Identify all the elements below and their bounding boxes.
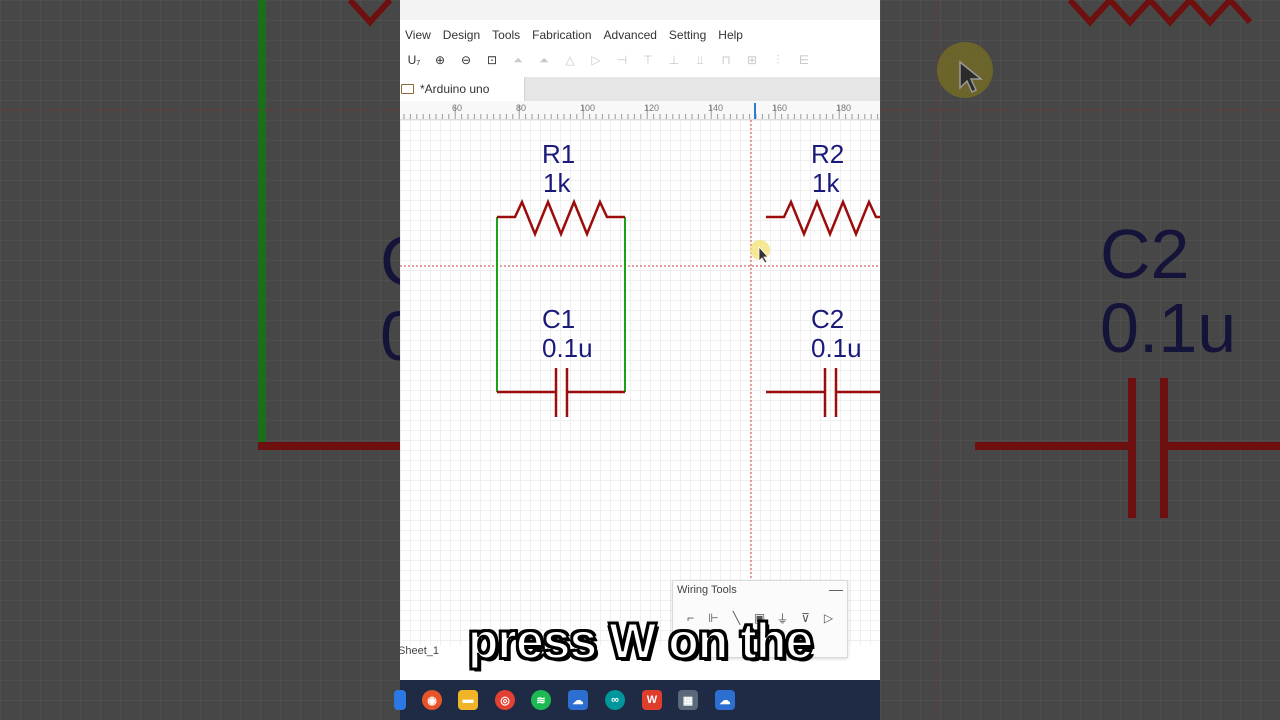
r2-value-label[interactable]: 1k [812,169,839,197]
more-align-icon[interactable]: ⋿ [792,49,816,71]
r2-ref-label[interactable]: R2 [811,140,844,168]
backdrop-left-value: 0 [380,297,400,375]
tab-arduino-uno[interactable]: *Arduino uno [400,77,525,101]
taskbar: ◉ ▬ ◎ ≋ ☁ ∞ W ▦ ☁ [394,680,880,720]
c1-value-label[interactable]: 0.1u [542,334,593,362]
align-center-icon[interactable]: ⏶ [532,49,556,71]
video-caption: press W on the [467,612,814,670]
backdrop-right-ref: C2 [1100,215,1190,293]
ruler-ticks [403,103,879,119]
toolbar: U₇ ⊕ ⊖ ⊡ ⏶ ⏶ △ ▷ ⊣ ⊤ ⊥ ⫫ ⊓ ⊞ ⫶ ⋿ [400,46,880,74]
menu-design[interactable]: Design [438,24,485,46]
zoom-in-icon[interactable]: ⊕ [428,49,452,71]
menu-tools[interactable]: Tools [487,24,525,46]
menu-advanced[interactable]: Advanced [599,24,662,46]
menu-fabrication[interactable]: Fabrication [527,24,596,46]
menu-setting[interactable]: Setting [664,24,711,46]
ruler-label-100: 100 [580,103,596,113]
firefox-icon[interactable]: ◉ [422,690,442,710]
folder-icon [401,84,414,94]
chrome-icon[interactable]: ◎ [495,690,515,710]
ruler-label-180: 180 [836,103,852,113]
capacitor-c1-symbol [497,368,625,417]
tab-title: *Arduino uno [420,82,490,96]
distribute-h-icon[interactable]: ⊥ [662,49,686,71]
c2-value-label[interactable]: 0.1u [811,334,862,362]
ruler-label-120: 120 [644,103,660,113]
minimize-icon[interactable]: — [829,581,843,597]
align-bottom-icon[interactable]: ⊤ [636,49,660,71]
r1-value-label[interactable]: 1k [543,169,570,197]
backdrop-left-ref: C [380,225,400,297]
group-icon[interactable]: ⊞ [740,49,764,71]
align-middle-icon[interactable]: ⊣ [610,49,634,71]
menu-help[interactable]: Help [713,24,748,46]
resistor-r2-symbol [766,198,880,238]
wiring-tools-title: Wiring Tools [677,584,737,596]
schematic-drawing [400,120,880,580]
horizontal-ruler: 60 80 100 120 140 160 180 [400,101,880,120]
capacitor-c2-symbol [766,368,880,417]
backdrop-right-value: 0.1u [1100,289,1237,367]
text-tool-icon[interactable]: U₇ [402,49,426,71]
align-top-icon[interactable]: ▷ [584,49,608,71]
zoom-out-icon[interactable]: ⊖ [454,49,478,71]
start-icon[interactable] [394,690,406,710]
distribute-v-icon[interactable]: ⫫ [688,49,712,71]
resistor-r1-symbol [497,198,625,238]
align-right-icon[interactable]: △ [558,49,582,71]
backdrop-right: C2 0.1u [880,0,1280,720]
ungroup-icon[interactable]: ⫶ [766,49,790,71]
menu-bar: View Design Tools Fabrication Advanced S… [400,24,750,46]
backdrop-left: C 0 [0,0,400,720]
document-tab-bar: *Arduino uno [400,77,880,101]
calculator-icon[interactable]: ▦ [678,690,698,710]
wps-icon[interactable]: W [642,690,662,710]
ruler-label-140: 140 [708,103,724,113]
easyeda-window: View Design Tools Fabrication Advanced S… [400,0,880,680]
ruler-label-60: 60 [452,103,463,113]
ruler-label-160: 160 [772,103,788,113]
easyeda-active-icon[interactable]: ☁ [715,690,735,710]
c2-ref-label[interactable]: C2 [811,305,844,333]
ruler-label-80: 80 [516,103,527,113]
align-grid-icon[interactable]: ⊓ [714,49,738,71]
align-left-icon[interactable]: ⏶ [506,49,530,71]
backdrop-left-schematic [0,0,400,450]
sheet-tab[interactable]: Sheet_1 [400,645,439,657]
easyeda-icon[interactable]: ☁ [568,690,588,710]
files-icon[interactable]: ▬ [458,690,478,710]
schematic-canvas[interactable]: R1 1k C1 0.1u R2 1k C2 0.1u [400,120,880,645]
r1-ref-label[interactable]: R1 [542,140,575,168]
menu-view[interactable]: View [400,24,436,46]
title-strip [400,0,880,20]
fit-view-icon[interactable]: ⊡ [480,49,504,71]
backdrop-cursor-icon [959,60,984,94]
spotify-icon[interactable]: ≋ [531,690,551,710]
c1-ref-label[interactable]: C1 [542,305,575,333]
arduino-icon[interactable]: ∞ [605,690,625,710]
